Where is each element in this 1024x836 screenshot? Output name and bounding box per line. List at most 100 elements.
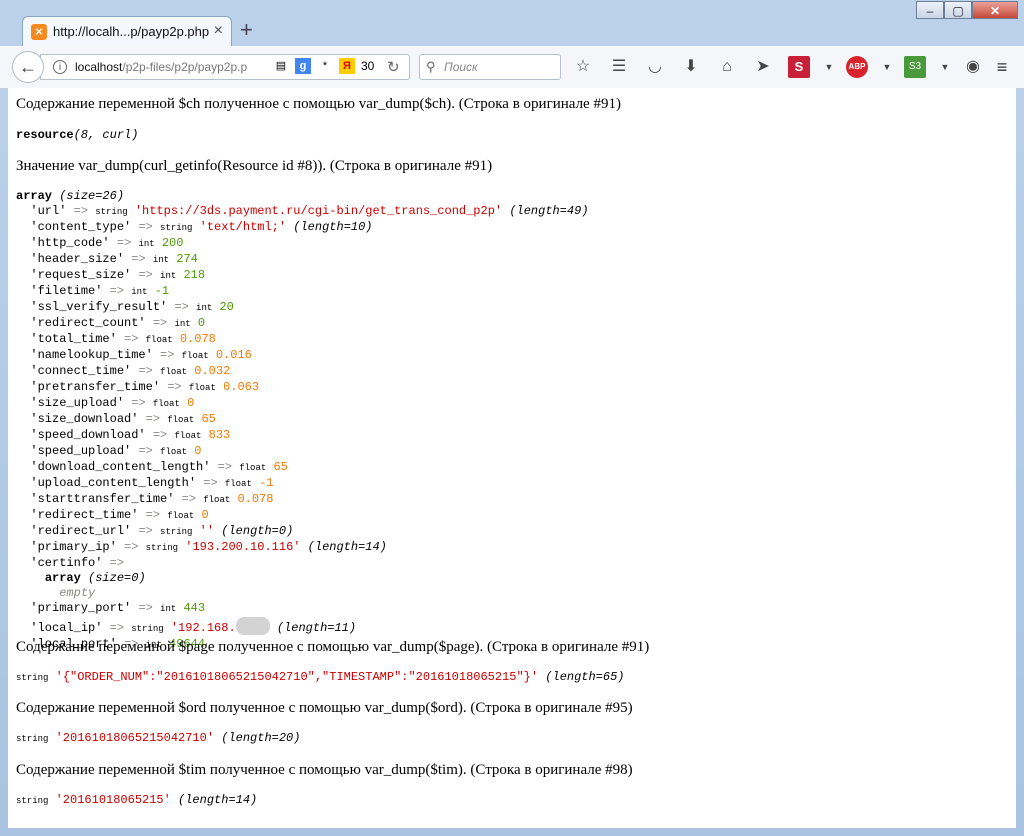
arrow: =>: [203, 476, 218, 490]
value: 20: [219, 300, 234, 314]
array-key: 'certinfo': [30, 556, 103, 570]
arrow: =>: [109, 284, 125, 298]
array-keyword: array: [44, 571, 81, 585]
array-key: 'content_type': [30, 220, 132, 234]
chevron-down-icon[interactable]: ▼: [882, 56, 892, 78]
resource-args: (8, curl): [73, 128, 139, 142]
type-label: string: [131, 624, 164, 634]
arrow: =>: [124, 540, 139, 554]
url-text[interactable]: localhost/p2p-files/p2p/payp2p.p: [75, 60, 247, 74]
minimize-button[interactable]: –: [916, 1, 944, 19]
download-icon[interactable]: ⬇: [680, 56, 702, 78]
nav-toolbar: i localhost/p2p-files/p2p/payp2p.p ▤ g *…: [0, 46, 1024, 89]
type-label: float: [145, 335, 173, 345]
type-label: float: [167, 415, 195, 425]
close-window-button[interactable]: ✕: [972, 1, 1018, 19]
chevron-down-icon[interactable]: ▼: [940, 56, 950, 78]
array-key: 'url': [30, 204, 67, 218]
type-label: int: [138, 239, 155, 249]
type-label: string: [16, 796, 49, 806]
value: 0.078: [179, 332, 216, 346]
back-button[interactable]: ←: [12, 51, 44, 83]
window-controls: – ▢ ✕: [916, 1, 1018, 21]
value: 65: [273, 460, 288, 474]
value: 65: [201, 412, 216, 426]
array-key: 'connect_time': [30, 364, 132, 378]
arrow: =>: [138, 601, 153, 615]
array-size: (size=0): [88, 571, 146, 585]
title-bar: ⨯ http://localh...p/payp2p.php × + – ▢ ✕: [0, 0, 1024, 46]
length-label: (length=49): [509, 204, 589, 218]
value: 0.078: [237, 492, 274, 506]
value: 218: [183, 268, 206, 282]
star-small-icon[interactable]: *: [317, 58, 333, 74]
type-label: string: [16, 734, 49, 744]
type-label: float: [152, 399, 180, 409]
redacted-blur: [235, 617, 270, 635]
home-icon[interactable]: ⌂: [716, 56, 738, 78]
browser-window: ⨯ http://localh...p/payp2p.php × + – ▢ ✕…: [0, 0, 1024, 836]
array-size: (size=26): [59, 189, 125, 203]
array-key: 'upload_content_length': [30, 476, 197, 490]
yandex-count: 30: [361, 59, 375, 73]
type-label: int: [174, 319, 191, 329]
arrow: =>: [138, 444, 153, 458]
arrow: =>: [181, 492, 197, 506]
arrow: =>: [131, 396, 146, 410]
curl-info-dump: array (size=26) 'url' => string 'https:/…: [16, 189, 589, 653]
value: 833: [208, 428, 231, 442]
type-label: string: [95, 207, 128, 217]
type-label: string: [160, 223, 193, 233]
reading-list-icon[interactable]: ☰: [608, 56, 630, 78]
browser-tab[interactable]: ⨯ http://localh...p/payp2p.php ×: [22, 16, 232, 46]
reload-icon[interactable]: ↻: [387, 58, 400, 76]
array-key: 'local_ip': [30, 621, 103, 635]
value: -1: [259, 476, 274, 490]
s3-extension-icon[interactable]: S3: [904, 56, 926, 78]
s-extension-icon[interactable]: S: [788, 56, 810, 78]
arrow: =>: [145, 412, 161, 426]
array-key: 'download_content_length': [30, 460, 211, 474]
chevron-down-icon[interactable]: ▼: [824, 56, 834, 78]
value: 0: [197, 316, 206, 330]
pocket-icon[interactable]: ◡: [644, 56, 666, 78]
array-key: 'header_size': [30, 252, 125, 266]
value: '193.200.10.116': [185, 540, 301, 554]
value: 0: [187, 396, 195, 410]
array-key: 'filetime': [30, 284, 103, 298]
arrow: =>: [138, 364, 153, 378]
array-key: 'request_size': [30, 268, 132, 282]
array-key: 'redirect_time': [30, 508, 139, 522]
search-placeholder: Поиск: [444, 60, 478, 74]
reader-view-icon[interactable]: ▤: [273, 58, 289, 74]
new-tab-button[interactable]: +: [240, 18, 253, 42]
array-key: 'redirect_url': [30, 524, 132, 538]
arrow: =>: [116, 236, 132, 250]
type-label: string: [145, 543, 179, 553]
tab-close-icon[interactable]: ×: [214, 22, 223, 40]
array-key: 'total_time': [30, 332, 117, 346]
search-box[interactable]: ⚲ Поиск: [419, 54, 561, 80]
arrow: =>: [109, 621, 125, 635]
length-label: (length=20): [221, 731, 301, 745]
resource-dump: resource(8, curl): [16, 128, 138, 143]
address-bar[interactable]: i localhost/p2p-files/p2p/payp2p.p ▤ g *…: [40, 54, 410, 80]
menu-icon[interactable]: ≡: [992, 56, 1012, 78]
value: 274: [176, 252, 198, 266]
site-info-icon[interactable]: i: [53, 60, 67, 74]
bookmark-star-icon[interactable]: ☆: [572, 56, 594, 78]
google-icon[interactable]: g: [295, 58, 311, 74]
arrow: =>: [109, 556, 125, 570]
arrow: =>: [131, 252, 146, 266]
array-keyword: array: [16, 189, 53, 203]
url-addon-icons: ▤ g * Я 30: [273, 58, 374, 74]
yandex-icon[interactable]: Я: [339, 58, 355, 74]
extension-icon[interactable]: ◉: [962, 56, 984, 78]
value: 0: [201, 508, 209, 522]
maximize-button[interactable]: ▢: [944, 1, 972, 19]
arrow: =>: [138, 524, 153, 538]
arrow: =>: [138, 220, 153, 234]
adblock-icon[interactable]: ABP: [846, 56, 868, 78]
type-label: int: [160, 604, 177, 614]
send-icon[interactable]: ➤: [752, 56, 774, 78]
